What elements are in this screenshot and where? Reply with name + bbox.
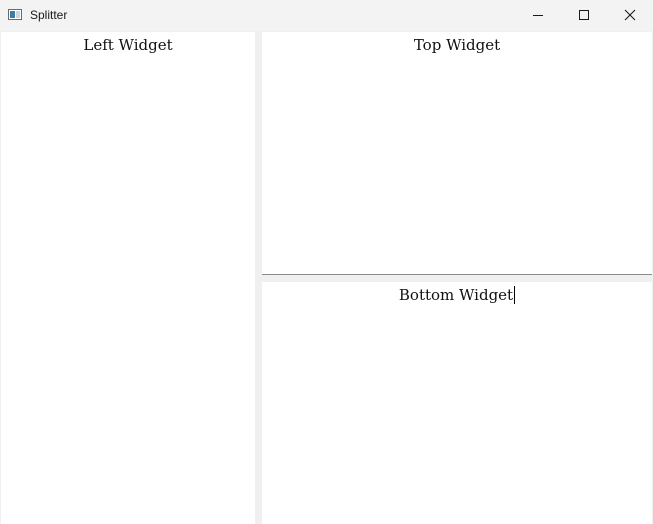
text-cursor (514, 286, 516, 304)
window-title: Splitter (30, 8, 68, 22)
title-bar[interactable]: Splitter (0, 0, 653, 31)
vertical-splitter-handle[interactable] (255, 32, 262, 524)
close-button[interactable] (607, 0, 653, 31)
bottom-widget[interactable]: Bottom Widget (262, 282, 652, 524)
maximize-icon (579, 10, 589, 20)
left-widget[interactable]: Left Widget (1, 32, 255, 524)
minimize-icon (533, 15, 543, 16)
bottom-widget-label: Bottom Widget (398, 286, 514, 304)
minimize-button[interactable] (515, 0, 561, 31)
app-icon (8, 9, 22, 20)
splitter-window: Splitter Left Widget Top Widget Bottom W… (0, 0, 653, 524)
top-widget[interactable]: Top Widget (262, 32, 652, 275)
bottom-widget-label-row: Bottom Widget (262, 286, 652, 304)
left-widget-label: Left Widget (83, 36, 173, 54)
close-icon (624, 9, 636, 21)
top-widget-label: Top Widget (413, 36, 501, 54)
maximize-button[interactable] (561, 0, 607, 31)
